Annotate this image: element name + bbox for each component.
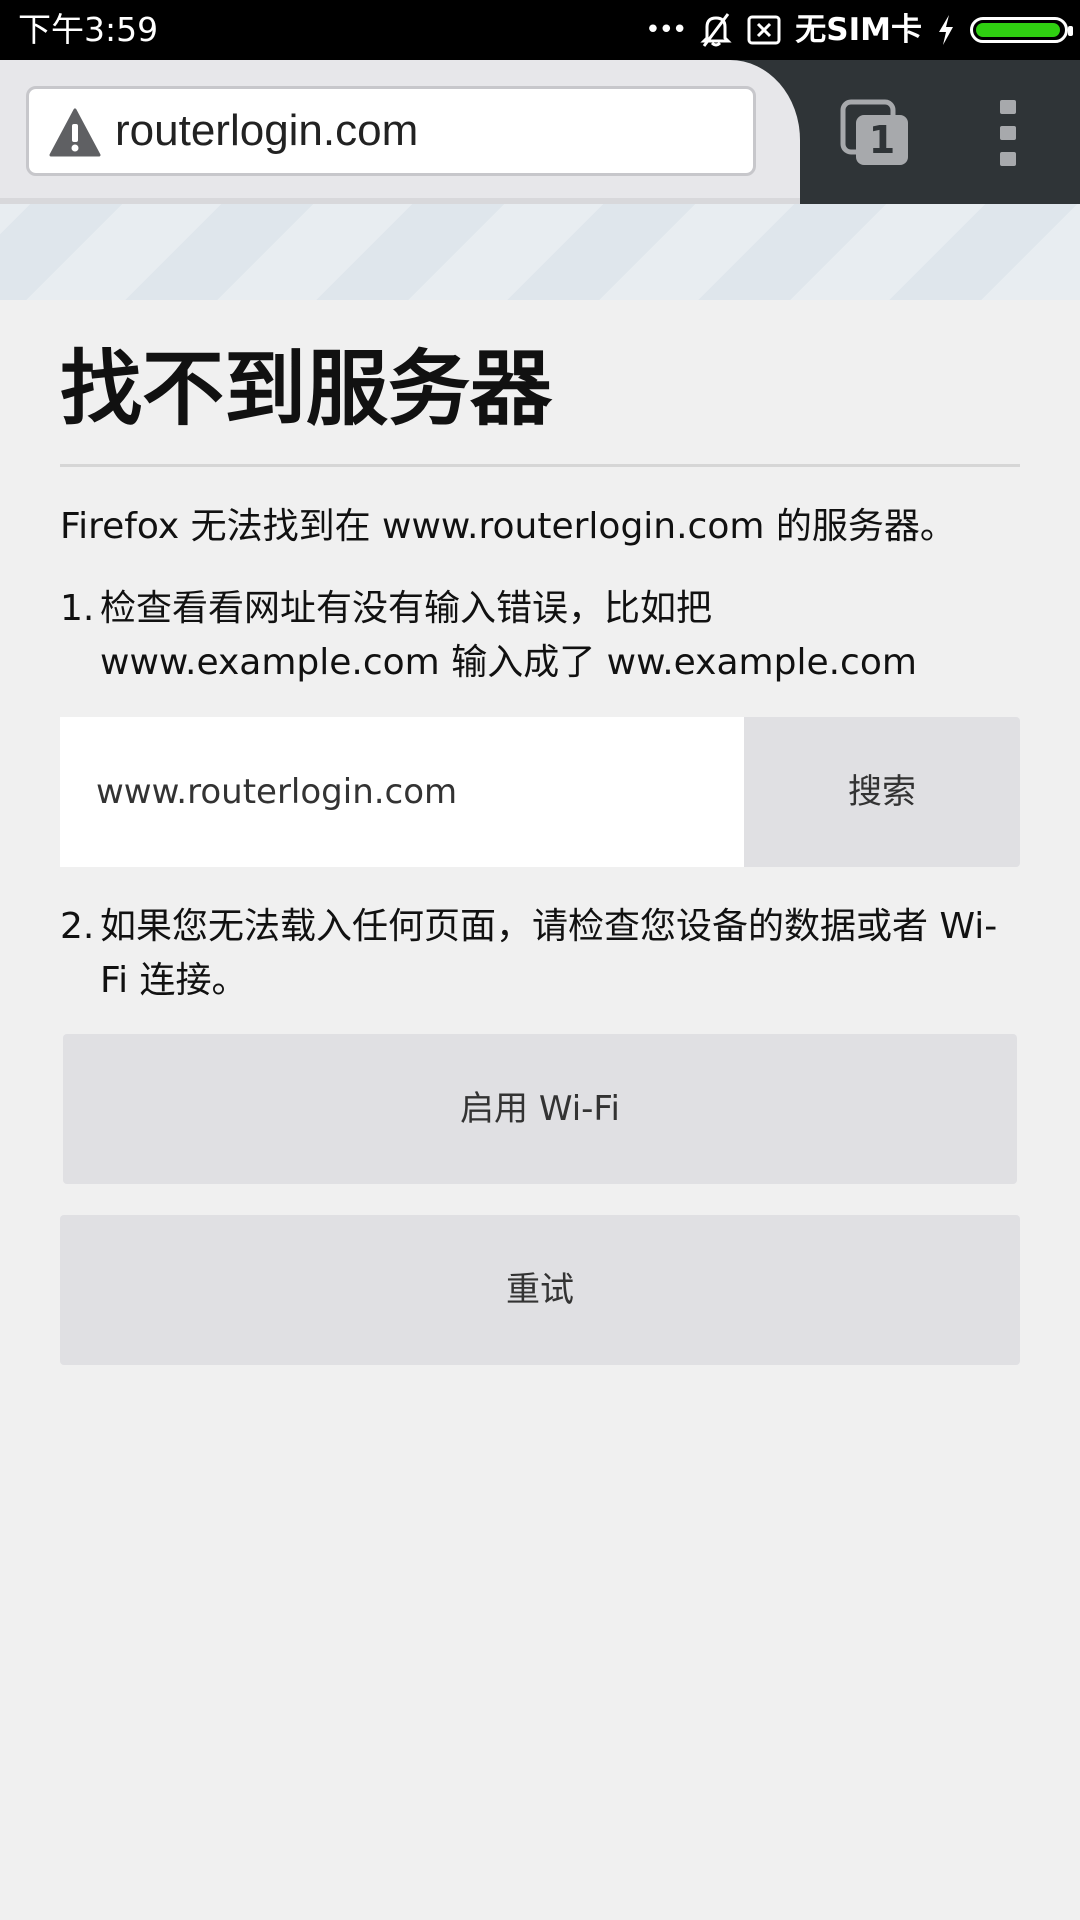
title-divider [60, 464, 1020, 467]
overflow-menu-icon[interactable] [984, 98, 1032, 168]
url-text[interactable]: routerlogin.com [115, 89, 418, 173]
search-row: www.routerlogin.com 搜索 [60, 717, 1020, 867]
step-text: 检查看看网址有没有输入错误，比如把 www.example.com 输入成了 w… [100, 588, 917, 683]
step-number: 1. [60, 588, 95, 629]
step-number: 2. [60, 906, 95, 947]
url-bar[interactable]: routerlogin.com [26, 86, 756, 176]
tabs-icon[interactable]: 1 [840, 98, 912, 168]
warning-icon[interactable] [49, 107, 101, 159]
error-banner-stripes [0, 204, 1080, 300]
tab-count: 1 [869, 118, 895, 162]
no-sim-icon [747, 15, 781, 45]
enable-wifi-button[interactable]: 启用 Wi-Fi [63, 1034, 1017, 1184]
status-bar: 下午3:59 ••• 无SIM卡 [0, 0, 1080, 60]
carrier-label: 无SIM卡 [795, 12, 922, 48]
search-button[interactable]: 搜索 [744, 717, 1020, 867]
url-tab-area: routerlogin.com [0, 60, 800, 204]
page-title: 找不到服务器 [60, 342, 553, 437]
browser-toolbar: routerlogin.com 1 [0, 60, 1080, 204]
retry-button[interactable]: 重试 [60, 1215, 1020, 1365]
search-input[interactable]: www.routerlogin.com [60, 717, 744, 867]
status-icons: ••• 无SIM卡 [645, 8, 1073, 52]
bell-muted-icon [700, 13, 732, 47]
step-text: 如果您无法载入任何页面，请检查您设备的数据或者 Wi-Fi 连接。 [100, 906, 998, 1001]
more-dots-icon: ••• [645, 15, 687, 45]
status-time: 下午3:59 [18, 10, 159, 49]
battery-icon [970, 17, 1073, 43]
error-description: Firefox 无法找到在 www.routerlogin.com 的服务器。 [60, 506, 956, 547]
charging-icon [939, 15, 953, 45]
